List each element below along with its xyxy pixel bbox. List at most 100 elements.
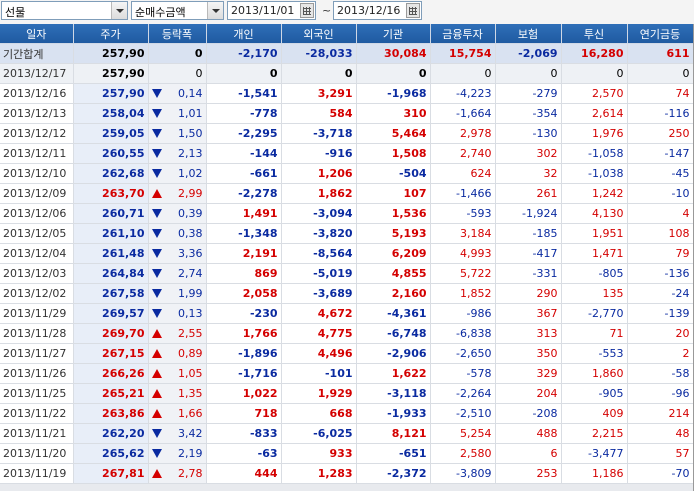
cell-insurance: 367 — [495, 303, 562, 324]
table-row[interactable]: 2013/11/22 263,86 1,66 718 668 -1,933 -2,510 -2… — [0, 403, 694, 424]
cell-investment-trust: 71 — [561, 323, 628, 344]
cell-individual: -2,278 — [206, 183, 282, 204]
cell-date: 2013/12/12 — [0, 123, 74, 144]
cell-change-value: 3,36 — [178, 247, 203, 260]
table-row[interactable]: 2013/12/03 264,84 2,74 869 -5,019 4,855 5,722-… — [0, 263, 694, 284]
cell-change-value: 2,13 — [178, 147, 203, 160]
triangle-up-icon — [151, 349, 162, 358]
cell-institution: -4,361 — [356, 303, 431, 324]
col-header-investment-trust[interactable]: 투신 — [561, 24, 628, 44]
triangle-up-icon — [151, 389, 162, 398]
table-row[interactable]: 2013/12/17 257,90 0 0 0 0 0 0 0 0 — [0, 63, 694, 84]
table-row[interactable]: 2013/12/11 260,55 2,13 -144 -916 1,508 2,740 30… — [0, 143, 694, 164]
cell-foreign: 1,929 — [281, 383, 357, 404]
cell-date: 2013/12/10 — [0, 163, 74, 184]
date-range-separator: ~ — [322, 4, 332, 17]
cell-individual: 1,022 — [206, 383, 282, 404]
cell-change-value: 1,35 — [178, 387, 203, 400]
table-row[interactable]: 2013/11/29 269,57 0,13 -230 4,672 -4,361 -986 3… — [0, 303, 694, 324]
table-row[interactable]: 2013/12/13 258,04 1,01 -778 584 310 -1,664 -354… — [0, 103, 694, 124]
table-row[interactable]: 2013/12/12 259,05 1,50 -2,295 -3,718 5,464 2,9… — [0, 123, 694, 144]
cell-institution: 1,536 — [356, 203, 431, 224]
cell-foreign: -101 — [281, 363, 357, 384]
cell-change: 2,74 — [148, 263, 207, 284]
triangle-down-icon — [151, 449, 162, 458]
triangle-down-icon — [151, 289, 162, 298]
col-header-financial-investment[interactable]: 금융투자 — [430, 24, 496, 44]
col-header-pension[interactable]: 연기금등 — [627, 24, 694, 44]
cell-investment-trust: 1,242 — [561, 183, 628, 204]
cell-individual: 1,766 — [206, 323, 282, 344]
cell-insurance: -417 — [495, 243, 562, 264]
cell-financial-investment: -2,650 — [430, 343, 496, 364]
cell-foreign: -3,820 — [281, 223, 357, 244]
cell-foreign: -3,718 — [281, 123, 357, 144]
date-from-input[interactable]: 2013/11/01 — [227, 1, 316, 20]
cell-date: 2013/11/20 — [0, 443, 74, 464]
chevron-down-icon[interactable] — [111, 2, 127, 19]
cell-individual: -144 — [206, 143, 282, 164]
cell-pension: -10 — [627, 183, 694, 204]
table-row[interactable]: 2013/11/19 267,81 2,78 444 1,283 -2,372 -3,809… — [0, 463, 694, 484]
table-row[interactable]: 2013/12/16 257,90 0,14 -1,541 3,291 -1,968 -4,… — [0, 83, 694, 104]
cell-change-value: 1,05 — [178, 367, 203, 380]
col-header-price[interactable]: 주가 — [73, 24, 149, 44]
value-type-select[interactable]: 순매수금액 — [131, 1, 224, 20]
col-header-individual[interactable]: 개인 — [206, 24, 282, 44]
cell-date: 2013/12/03 — [0, 263, 74, 284]
col-header-institution[interactable]: 기관 — [356, 24, 431, 44]
cell-individual: -63 — [206, 443, 282, 464]
cell-insurance: 32 — [495, 163, 562, 184]
table-row[interactable]: 2013/11/27 267,15 0,89 -1,896 4,496 -2,906 -2,… — [0, 343, 694, 364]
cell-investment-trust: 0 — [561, 63, 628, 84]
date-to-input[interactable]: 2013/12/16 — [333, 1, 422, 20]
table-row[interactable]: 기간합계 257,90 0 -2,170 -28,033 30,084 15,754 -2,0… — [0, 43, 694, 64]
cell-price: 264,84 — [73, 263, 149, 284]
table-row[interactable]: 2013/12/09 263,70 2,99 -2,278 1,862 107 -1,466… — [0, 183, 694, 204]
cell-insurance: 313 — [495, 323, 562, 344]
cell-institution: -3,118 — [356, 383, 431, 404]
table-row[interactable]: 2013/11/26 266,26 1,05 -1,716 -101 1,622 -578 3… — [0, 363, 694, 384]
cell-financial-investment: -4,223 — [430, 83, 496, 104]
calendar-icon[interactable] — [300, 3, 314, 18]
cell-institution: 5,464 — [356, 123, 431, 144]
cell-foreign: 1,283 — [281, 463, 357, 484]
table-row[interactable]: 2013/12/10 262,68 1,02 -661 1,206 -504 624 32 -1… — [0, 163, 694, 184]
table-row[interactable]: 2013/11/28 269,70 2,55 1,766 4,775 -6,748 -6,8… — [0, 323, 694, 344]
market-select[interactable]: 선물 — [1, 1, 128, 20]
cell-date: 2013/11/28 — [0, 323, 74, 344]
triangle-down-icon — [151, 309, 162, 318]
table-row[interactable]: 2013/11/25 265,21 1,35 1,022 1,929 -3,118 -2,2… — [0, 383, 694, 404]
chevron-down-icon[interactable] — [207, 2, 223, 19]
cell-price: 263,86 — [73, 403, 149, 424]
table-row[interactable]: 2013/11/20 265,62 2,19 -63 933 -651 2,580 6 -3,4… — [0, 443, 694, 464]
cell-price: 267,15 — [73, 343, 149, 364]
cell-financial-investment: -578 — [430, 363, 496, 384]
cell-date: 2013/12/09 — [0, 183, 74, 204]
table-row[interactable]: 2013/11/21 262,20 3,42 -833 -6,025 8,121 5,254… — [0, 423, 694, 444]
cell-financial-investment: 1,852 — [430, 283, 496, 304]
cell-change-value: 2,74 — [178, 267, 203, 280]
table-row[interactable]: 2013/12/02 267,58 1,99 2,058 -3,689 2,160 1,85… — [0, 283, 694, 304]
cell-individual: -1,896 — [206, 343, 282, 364]
cell-foreign: -916 — [281, 143, 357, 164]
cell-institution: -1,968 — [356, 83, 431, 104]
table-row[interactable]: 2013/12/06 260,71 0,39 1,491 -3,094 1,536 -593… — [0, 203, 694, 224]
col-header-foreign[interactable]: 외국인 — [281, 24, 357, 44]
cell-institution: 310 — [356, 103, 431, 124]
col-header-change[interactable]: 등락폭 — [148, 24, 207, 44]
cell-individual: 0 — [206, 63, 282, 84]
cell-insurance: 488 — [495, 423, 562, 444]
cell-investment-trust: 409 — [561, 403, 628, 424]
table-row[interactable]: 2013/12/05 261,10 0,38 -1,348 -3,820 5,193 3,1… — [0, 223, 694, 244]
triangle-up-icon — [151, 189, 162, 198]
calendar-icon[interactable] — [406, 3, 420, 18]
cell-insurance: 0 — [495, 63, 562, 84]
table-row[interactable]: 2013/12/04 261,48 3,36 2,191 -8,564 6,209 4,99… — [0, 243, 694, 264]
triangle-down-icon — [151, 249, 162, 258]
col-header-date[interactable]: 일자 — [0, 24, 74, 44]
cell-institution: 5,193 — [356, 223, 431, 244]
cell-price: 258,04 — [73, 103, 149, 124]
cell-investment-trust: 1,951 — [561, 223, 628, 244]
col-header-insurance[interactable]: 보험 — [495, 24, 562, 44]
